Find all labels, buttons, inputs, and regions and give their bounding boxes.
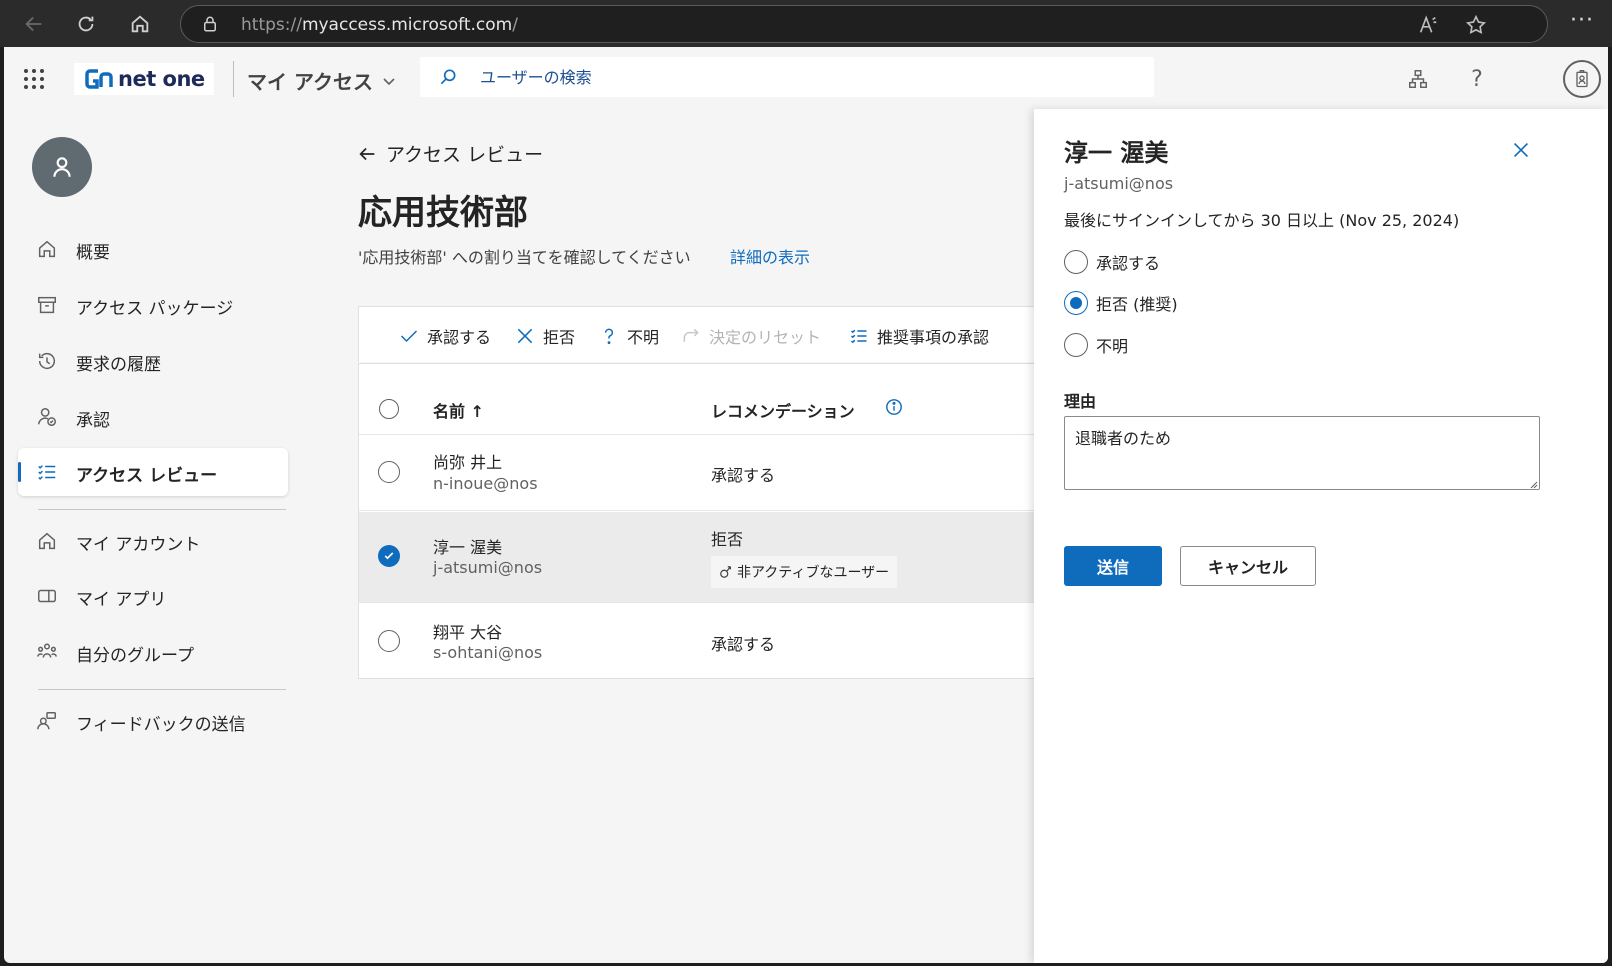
groups-icon — [37, 643, 57, 658]
lock-icon — [204, 16, 216, 32]
history-icon — [38, 353, 56, 370]
sidebar-item-my-groups[interactable]: 自分のグループ — [18, 628, 288, 676]
details-link[interactable]: 詳細の表示 — [730, 244, 810, 268]
browser-toolbar: https://myaccess.microsoft.com/ ··· — [0, 0, 1612, 47]
review-list-icon — [38, 465, 56, 480]
inactive-user-icon — [720, 566, 731, 578]
page-title: 応用技術部 — [358, 193, 528, 233]
table-row[interactable]: 淳一 渥美 j-atsumi@nos 拒否 非アクティブなユーザー — [359, 512, 1057, 603]
apps-icon — [38, 589, 56, 603]
reset-decisions-button[interactable]: 決定のリセット — [681, 324, 821, 348]
help-icon[interactable]: ? — [1463, 65, 1491, 93]
radio-deny[interactable] — [1064, 291, 1088, 315]
row-checked-icon[interactable] — [378, 545, 400, 567]
feedback-icon — [37, 712, 56, 730]
submit-button[interactable]: 送信 — [1064, 546, 1162, 586]
page-subtitle: '応用技術部' への割り当てを確認してください — [358, 248, 691, 267]
reason-label: 理由 — [1064, 392, 1097, 411]
close-icon — [517, 328, 533, 344]
chevron-down-icon — [383, 77, 395, 85]
sidebar-item-my-apps[interactable]: マイ アプリ — [18, 572, 288, 620]
question-icon — [604, 328, 614, 345]
refresh-icon[interactable] — [72, 10, 100, 38]
close-icon[interactable] — [1510, 139, 1532, 161]
reason-textarea[interactable]: 退職者のため — [1064, 416, 1540, 490]
back-link[interactable]: アクセス レビュー — [356, 140, 543, 167]
column-header-recommendation: レコメンデーション — [711, 402, 855, 421]
sidebar-divider — [38, 689, 286, 690]
row-select-radio[interactable] — [378, 630, 400, 652]
sidebar-item-my-account[interactable]: マイ アカウント — [18, 517, 288, 565]
logo-mark-icon — [85, 69, 113, 89]
sidebar-item-send-feedback[interactable]: フィードバックの送信 — [18, 697, 288, 745]
sidebar-item-overview[interactable]: 概要 — [18, 225, 288, 273]
resize-grip-icon[interactable] — [1528, 479, 1538, 489]
review-toolbar: 承認する 拒否 不明 決定のリセット 推奨事項の承認 — [358, 306, 1058, 362]
approve-button[interactable]: 承認する — [399, 324, 491, 348]
dont-know-button[interactable]: 不明 — [599, 324, 659, 348]
package-icon — [38, 296, 56, 314]
sidebar-item-approvals[interactable]: 承認 — [18, 393, 288, 441]
sidebar-divider — [38, 509, 286, 510]
review-detail-panel: 淳一 渥美 j-atsumi@nos 最後にサインインしてから 30 日以上 (… — [1034, 109, 1608, 963]
row-select-radio[interactable] — [378, 461, 400, 483]
more-options-icon[interactable]: ··· — [1570, 8, 1594, 33]
last-signin-info: 最後にサインインしてから 30 日以上 (Nov 25, 2024) — [1064, 211, 1460, 230]
cancel-button[interactable]: キャンセル — [1180, 546, 1316, 586]
table-header: 名前 ↑ レコメンデーション — [359, 380, 1059, 435]
checklist-icon — [850, 329, 867, 344]
app-window: net one マイ アクセス ? 概要 アクセス パッケージ 要求の履歴 — [4, 47, 1608, 963]
app-launcher-icon[interactable] — [22, 67, 46, 91]
radio-approve[interactable] — [1064, 250, 1088, 274]
profile-badge-icon[interactable] — [1563, 60, 1601, 98]
review-table: 名前 ↑ レコメンデーション 尚弥 井上 n-inoue@nos 承認する 淳一… — [358, 363, 1059, 679]
table-row[interactable]: 翔平 大谷 s-ohtani@nos 承認する — [359, 604, 1057, 679]
sidebar-item-access-reviews[interactable]: アクセス レビュー — [18, 448, 288, 496]
org-chart-icon[interactable] — [1404, 65, 1432, 93]
sidebar-item-request-history[interactable]: 要求の履歴 — [18, 337, 288, 385]
address-bar[interactable]: https://myaccess.microsoft.com/ — [180, 5, 1548, 43]
option-dont-know[interactable]: 不明 — [1064, 333, 1128, 357]
option-deny[interactable]: 拒否 (推奨) — [1064, 291, 1178, 315]
company-logo[interactable]: net one — [74, 63, 214, 95]
top-bar: net one マイ アクセス ? — [4, 47, 1608, 111]
accept-recommendations-button[interactable]: 推奨事項の承認 — [849, 324, 989, 348]
home-icon[interactable] — [126, 10, 154, 38]
sidebar-item-access-packages[interactable]: アクセス パッケージ — [18, 281, 288, 329]
back-arrow-icon[interactable] — [20, 10, 48, 38]
checkmark-icon — [400, 330, 418, 343]
home-icon — [38, 532, 56, 550]
table-row[interactable]: 尚弥 井上 n-inoue@nos 承認する — [359, 436, 1057, 511]
search-icon — [440, 69, 456, 85]
column-header-name[interactable]: 名前 ↑ — [433, 398, 484, 422]
favorite-star-icon[interactable] — [1465, 14, 1487, 36]
search-input[interactable] — [480, 65, 1120, 89]
read-aloud-icon[interactable] — [1417, 14, 1439, 36]
home-icon — [38, 240, 56, 258]
divider — [233, 61, 234, 97]
back-arrow-icon — [359, 147, 375, 160]
info-icon[interactable] — [885, 398, 903, 416]
option-approve[interactable]: 承認する — [1064, 250, 1160, 274]
approval-icon — [38, 408, 56, 426]
user-search-box[interactable] — [420, 57, 1154, 97]
app-title: マイ アクセス — [247, 70, 373, 94]
inactive-user-chip: 非アクティブなユーザー — [711, 556, 898, 588]
app-title-menu[interactable]: マイ アクセス — [247, 66, 397, 95]
redo-arrow-icon — [683, 328, 699, 342]
select-all-radio[interactable] — [379, 399, 399, 419]
radio-dont-know[interactable] — [1064, 333, 1088, 357]
deny-button[interactable]: 拒否 — [515, 324, 575, 348]
url-text: https://myaccess.microsoft.com/ — [241, 15, 518, 35]
panel-user-name: 淳一 渥美 — [1064, 139, 1169, 167]
user-avatar[interactable] — [32, 137, 92, 197]
panel-user-email: j-atsumi@nos — [1064, 174, 1174, 193]
